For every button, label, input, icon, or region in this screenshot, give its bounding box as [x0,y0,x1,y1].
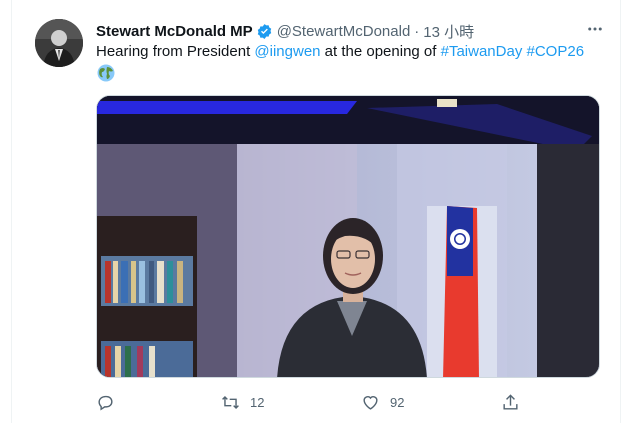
tweet-text: Hearing from President @iingwen at the o… [96,42,606,62]
avatar[interactable] [35,19,83,67]
author-name[interactable]: Stewart McDonald MP [96,23,253,40]
share-icon [503,393,518,410]
reply-button[interactable] [96,390,125,414]
reply-icon [98,395,113,411]
mention-link[interactable]: @iingwen [254,43,320,60]
hashtag-link-cop26[interactable]: #COP26 [527,43,585,60]
hashtag-link-taiwanday[interactable]: #TaiwanDay [441,43,523,60]
author-handle[interactable]: @StewartMcDonald [277,23,411,40]
header-separator: · [414,22,420,40]
avatar-photo [35,19,83,67]
verified-badge-icon [257,23,271,39]
earth-globe-emoji-icon [97,64,115,82]
tweet-timestamp[interactable]: 13 小時 [423,21,474,42]
retweet-icon [222,395,239,409]
heart-icon [363,395,378,410]
timeline-left-border [11,0,12,423]
tweet-header: Stewart McDonald MP @StewartMcDonald · 1… [96,20,606,42]
share-button[interactable] [501,390,520,414]
media-image [97,96,599,377]
like-count: 92 [390,394,405,410]
like-button[interactable]: 92 [361,390,404,414]
tweet-text-middle: at the opening of [320,43,441,60]
tweet-actions: 12 92 [96,390,526,414]
tweet-media-photo[interactable] [96,95,600,378]
tweet-text-prefix: Hearing from President [96,43,255,60]
retweet-button[interactable]: 12 [221,390,264,414]
more-dots-icon [588,27,602,31]
timeline-right-border [620,0,621,423]
more-options-button[interactable] [584,20,606,42]
retweet-count: 12 [250,394,265,410]
